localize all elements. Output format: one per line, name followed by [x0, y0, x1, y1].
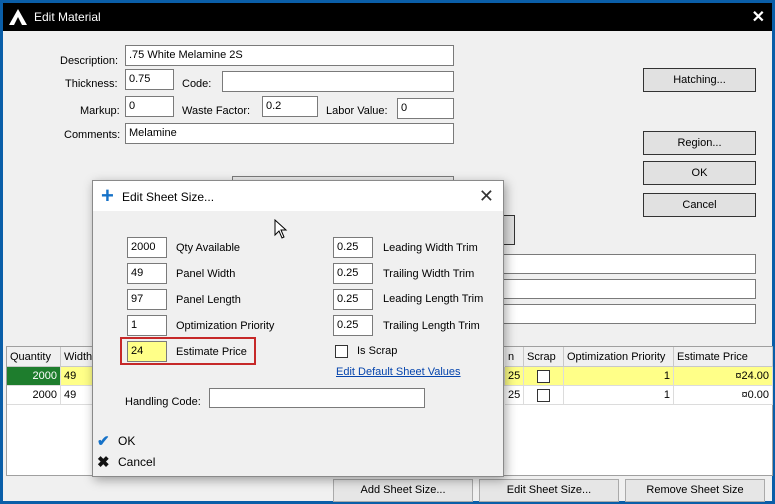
leading-width-trim-field[interactable]: 0.25 — [333, 237, 373, 258]
is-scrap-checkbox[interactable] — [335, 345, 348, 358]
column-header-scrap[interactable]: Scrap — [524, 347, 564, 367]
x-icon: ✖ — [97, 454, 110, 471]
markup-label: Markup: — [80, 105, 120, 117]
cell-estimate-price: ¤0.00 — [674, 386, 773, 405]
leading-length-trim-field[interactable]: 0.25 — [333, 289, 373, 310]
dialog-title: Edit Sheet Size... — [122, 190, 215, 204]
qty-available-label: Qty Available — [176, 242, 241, 254]
trailing-length-trim-field[interactable]: 0.25 — [333, 315, 373, 336]
panel-width-label: Panel Width — [176, 268, 236, 280]
labor-value-label: Labor Value: — [326, 105, 388, 117]
ok-button[interactable]: OK — [643, 161, 756, 185]
column-header-estimate-price[interactable]: Estimate Price — [674, 347, 773, 367]
description-label: Description: — [60, 55, 119, 67]
is-scrap-label: Is Scrap — [357, 345, 398, 357]
handling-code-field[interactable] — [209, 388, 425, 408]
dialog-close-icon[interactable]: ✕ — [479, 186, 494, 207]
text-field-3[interactable] — [501, 304, 756, 324]
optimization-priority-label: Optimization Priority — [176, 320, 275, 332]
edit-sheet-size-dialog: + Edit Sheet Size... ✕ 2000 Qty Availabl… — [92, 180, 504, 477]
add-sheet-size-button[interactable]: Add Sheet Size... — [333, 479, 473, 502]
leading-width-trim-label: Leading Width Trim — [383, 242, 478, 254]
handling-code-label: Handling Code: — [125, 396, 201, 408]
check-icon: ✔ — [97, 433, 110, 450]
close-icon[interactable]: ✕ — [752, 7, 765, 27]
trailing-length-trim-label: Trailing Length Trim — [383, 320, 480, 332]
estimate-price-field[interactable]: 24 — [127, 341, 167, 362]
waste-factor-field[interactable]: 0.2 — [262, 96, 318, 117]
mouse-cursor-icon — [274, 219, 288, 239]
labor-value-field[interactable]: 0 — [397, 98, 454, 119]
dialog-title-bar: + Edit Sheet Size... ✕ — [93, 181, 503, 211]
cell-trim: 25 — [505, 367, 524, 386]
column-header-trim[interactable]: n — [505, 347, 524, 367]
code-label: Code: — [182, 78, 212, 90]
scrap-checkbox[interactable] — [537, 389, 550, 402]
waste-factor-label: Waste Factor: — [182, 105, 251, 117]
cell-scrap — [524, 386, 564, 405]
window-title: Edit Material — [34, 10, 101, 24]
app-logo-icon — [9, 9, 27, 25]
qty-available-field[interactable]: 2000 — [127, 237, 167, 258]
description-field[interactable]: .75 White Melamine 2S — [125, 45, 454, 66]
cell-estimate-price: ¤24.00 — [674, 367, 773, 386]
cancel-button[interactable]: Cancel — [643, 193, 756, 217]
scrap-checkbox[interactable] — [537, 370, 550, 383]
cell-quantity: 2000 — [7, 367, 61, 386]
text-field-1[interactable] — [501, 254, 756, 274]
text-field-2[interactable] — [501, 279, 756, 299]
thickness-field[interactable]: 0.75 — [125, 69, 174, 90]
cell-optimization-priority: 1 — [564, 386, 674, 405]
comments-label: Comments: — [64, 129, 121, 141]
cell-scrap — [524, 367, 564, 386]
cell-optimization-priority: 1 — [564, 367, 674, 386]
plus-icon: + — [101, 183, 114, 208]
optimization-priority-field[interactable]: 1 — [127, 315, 167, 336]
dialog-ok-label: OK — [118, 434, 136, 448]
cell-quantity: 2000 — [7, 386, 61, 405]
edit-default-sheet-values-link[interactable]: Edit Default Sheet Values — [336, 366, 461, 378]
estimate-price-label: Estimate Price — [176, 346, 247, 358]
thickness-label: Thickness: — [65, 78, 118, 90]
edit-sheet-size-button[interactable]: Edit Sheet Size... — [479, 479, 619, 502]
trailing-width-trim-field[interactable]: 0.25 — [333, 263, 373, 284]
hatching-button[interactable]: Hatching... — [643, 68, 756, 92]
markup-field[interactable]: 0 — [125, 96, 174, 117]
panel-length-label: Panel Length — [176, 294, 241, 306]
leading-length-trim-label: Leading Length Trim — [383, 293, 484, 305]
column-header-quantity[interactable]: Quantity — [7, 347, 61, 367]
region-button[interactable]: Region... — [643, 131, 756, 155]
trailing-width-trim-label: Trailing Width Trim — [383, 268, 475, 280]
remove-sheet-size-button[interactable]: Remove Sheet Size — [625, 479, 765, 502]
title-bar: Edit Material ✕ — [3, 3, 772, 31]
column-header-optimization-priority[interactable]: Optimization Priority — [564, 347, 674, 367]
panel-width-field[interactable]: 49 — [127, 263, 167, 284]
code-field[interactable] — [222, 71, 454, 92]
comments-field[interactable]: Melamine — [125, 123, 454, 144]
panel-length-field[interactable]: 97 — [127, 289, 167, 310]
cell-trim: 25 — [505, 386, 524, 405]
dialog-cancel-label: Cancel — [118, 455, 156, 469]
